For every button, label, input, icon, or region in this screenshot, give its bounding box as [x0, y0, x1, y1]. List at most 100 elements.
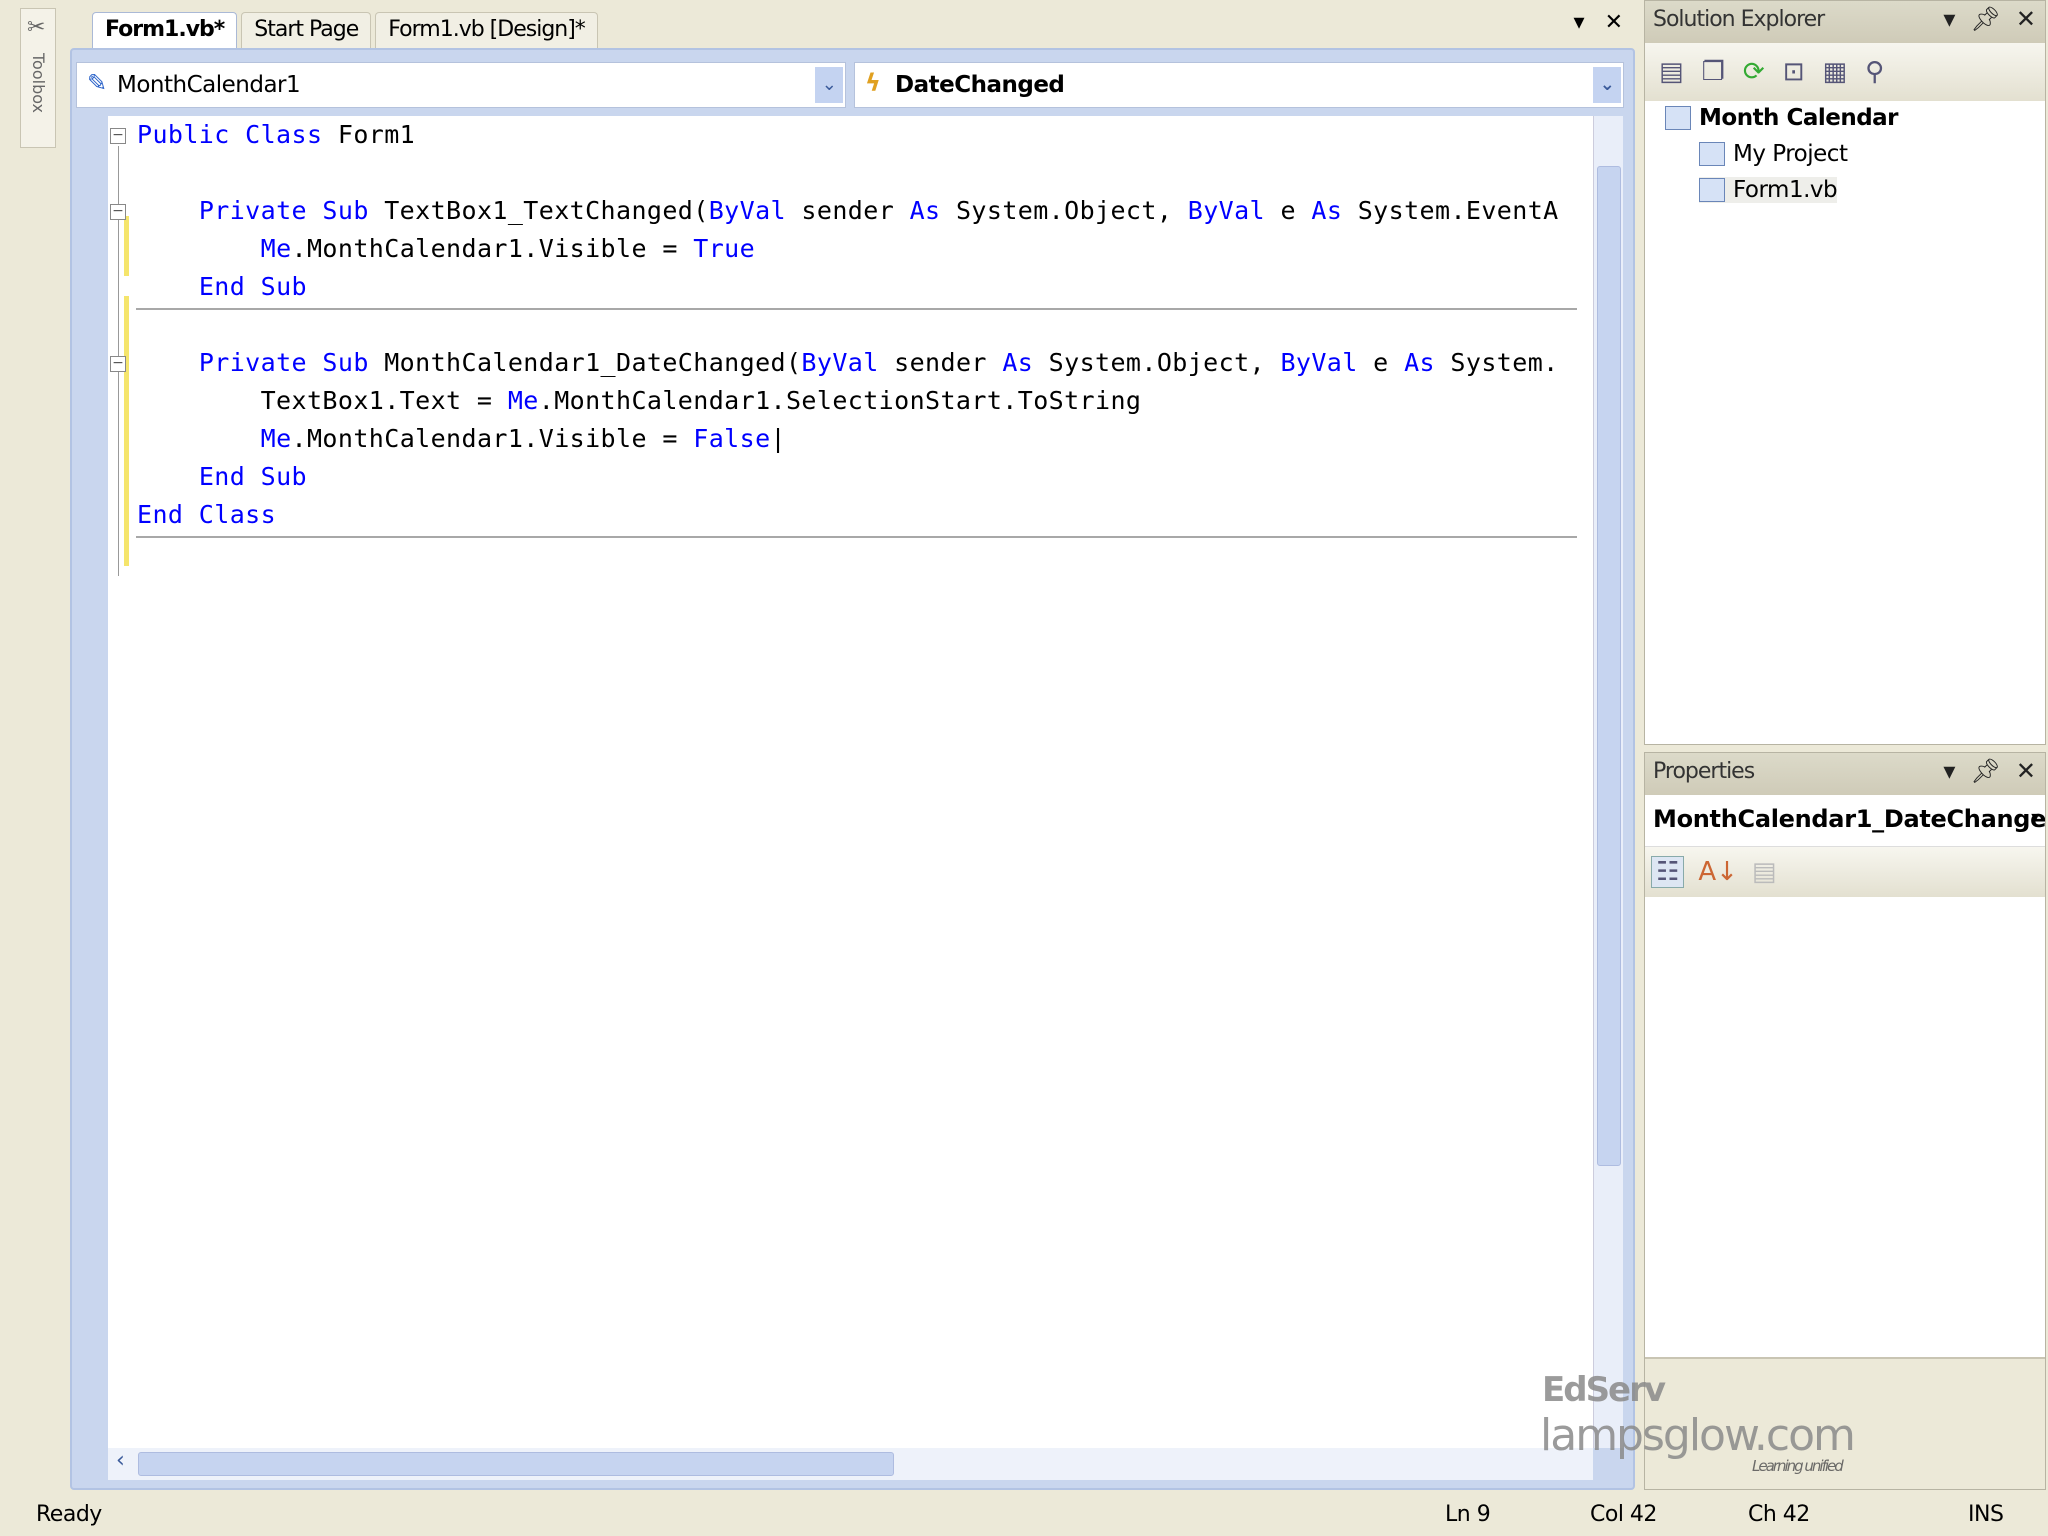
- tree-solution-month-calendar[interactable]: Month Calendar: [1665, 105, 1899, 131]
- view-designer-icon[interactable]: ▦: [1822, 57, 1847, 87]
- code-keyword: As: [1404, 348, 1435, 377]
- categorized-icon[interactable]: ☷: [1651, 856, 1685, 888]
- code-keyword: ByVal: [1187, 196, 1266, 225]
- code-line[interactable]: Private Sub MonthCalendar1_DateChanged(B…: [137, 344, 1559, 382]
- tree-label: My Project: [1733, 141, 1848, 167]
- chevron-down-icon[interactable]: ▾: [2031, 807, 2039, 826]
- code-editor: ✎ MonthCalendar1 ⌄ ϟ DateChanged ⌄ − − −…: [70, 48, 1635, 1490]
- code-text: System.Object,: [1033, 348, 1281, 377]
- dropdown-icon[interactable]: ▾: [1943, 5, 1955, 33]
- text-caret: |: [770, 424, 786, 453]
- solution-explorer-header: Solution Explorer ▾ 📌︎ ✕: [1645, 1, 2045, 43]
- code-text: Form1: [322, 120, 416, 149]
- component-icon: ✎: [87, 69, 107, 97]
- vb-project-icon: [1665, 106, 1691, 130]
- code-line[interactable]: Me.MonthCalendar1.Visible = True: [137, 230, 755, 268]
- pin-icon[interactable]: 📌︎: [1970, 757, 2000, 785]
- event-dropdown-value: DateChanged: [895, 72, 1065, 98]
- scroll-thumb[interactable]: [138, 1452, 894, 1476]
- code-keyword: ByVal: [1280, 348, 1358, 377]
- code-keyword: As: [909, 196, 941, 225]
- code-text: e: [1265, 196, 1312, 225]
- property-pages-icon[interactable]: ▤: [1752, 857, 1777, 887]
- tab-list-dropdown-icon[interactable]: ▾: [1574, 10, 1585, 35]
- panel-title: Solution Explorer: [1653, 7, 1825, 32]
- code-text: sender: [878, 348, 1003, 377]
- status-ready: Ready: [36, 1502, 102, 1527]
- toolbox-strip[interactable]: ✂ Toolbox: [20, 8, 56, 148]
- code-text: .MonthCalendar1.Visible =: [291, 234, 694, 263]
- object-dropdown[interactable]: ✎ MonthCalendar1 ⌄: [76, 62, 846, 108]
- watermark-logo: EdServ lampsglow.com Learning unified: [1540, 1370, 1856, 1475]
- code-keyword: Me: [507, 386, 539, 415]
- scroll-left-icon[interactable]: ‹: [116, 1448, 125, 1473]
- chevron-down-icon[interactable]: ⌄: [1593, 67, 1621, 103]
- status-line: Ln 9: [1445, 1502, 1491, 1527]
- document-tabs: Form1.vb* Start Page Form1.vb [Design]*: [92, 6, 602, 48]
- collapse-class-icon[interactable]: −: [110, 128, 126, 144]
- collapse-sub-icon[interactable]: −: [110, 204, 126, 220]
- change-marker: [124, 296, 129, 566]
- tree-label: Form1.vb: [1733, 177, 1838, 203]
- show-all-files-icon[interactable]: ❐: [1702, 57, 1725, 87]
- class-diagram-icon[interactable]: ⚲: [1865, 57, 1884, 87]
- close-tab-icon[interactable]: ✕: [1605, 10, 1623, 35]
- code-line[interactable]: End Sub: [137, 268, 307, 306]
- code-text: System.EventA: [1342, 196, 1559, 225]
- status-insert-mode: INS: [1968, 1502, 2004, 1527]
- code-text: MonthCalendar1_DateChanged(: [368, 348, 802, 377]
- close-icon[interactable]: ✕: [2016, 757, 2036, 785]
- horizontal-scrollbar[interactable]: ‹: [108, 1448, 1593, 1480]
- properties-icon[interactable]: ▤: [1659, 57, 1684, 87]
- code-text: TextBox1.Text =: [137, 386, 508, 415]
- code-keyword: ByVal: [708, 196, 786, 225]
- dropdown-icon[interactable]: ▾: [1943, 757, 1955, 785]
- code-keyword: Private Sub: [198, 348, 369, 377]
- chevron-down-icon[interactable]: ⌄: [815, 67, 843, 103]
- panel-title: Properties: [1653, 759, 1755, 784]
- tab-start-page[interactable]: Start Page: [241, 12, 372, 48]
- code-keyword: False: [693, 424, 771, 453]
- collapse-sub-icon[interactable]: −: [110, 356, 126, 372]
- status-bar: Ready Ln 9 Col 42 Ch 42 INS: [0, 1490, 2048, 1536]
- code-line[interactable]: End Sub: [137, 458, 307, 496]
- view-code-icon[interactable]: ⊡: [1783, 57, 1805, 87]
- pin-icon[interactable]: 📌︎: [1970, 5, 2000, 33]
- code-text: System.: [1434, 348, 1559, 377]
- event-dropdown[interactable]: ϟ DateChanged ⌄: [854, 62, 1624, 108]
- vertical-scrollbar[interactable]: [1593, 116, 1623, 1448]
- close-icon[interactable]: ✕: [2016, 5, 2036, 33]
- tab-form1-vb[interactable]: Form1.vb*: [92, 12, 238, 48]
- code-area[interactable]: − − − Public Class Form1 Private Sub Tex…: [108, 116, 1593, 1448]
- code-line[interactable]: Me.MonthCalendar1.Visible = False|: [137, 420, 786, 458]
- tree-item-my-project[interactable]: My Project: [1699, 141, 1848, 167]
- code-keyword: End Class: [137, 500, 277, 529]
- code-text: TextBox1_TextChanged(: [368, 196, 709, 225]
- code-text: .MonthCalendar1.Visible =: [291, 424, 694, 453]
- code-line[interactable]: Public Class Form1: [137, 116, 415, 154]
- code-keyword: As: [1311, 196, 1343, 225]
- tree-item-form1-vb[interactable]: Form1.vb: [1699, 177, 1838, 203]
- code-text: sender: [785, 196, 910, 225]
- code-line[interactable]: TextBox1.Text = Me.MonthCalendar1.Select…: [137, 382, 1141, 420]
- code-line[interactable]: Private Sub TextBox1_TextChanged(ByVal s…: [137, 192, 1559, 230]
- code-keyword: ByVal: [801, 348, 879, 377]
- tab-form1-design[interactable]: Form1.vb [Design]*: [375, 12, 598, 48]
- refresh-icon[interactable]: ⟳: [1743, 57, 1765, 87]
- code-keyword: End Sub: [198, 272, 307, 301]
- tree-label: Month Calendar: [1699, 105, 1899, 131]
- code-keyword: Me: [260, 234, 292, 263]
- code-keyword: As: [1002, 348, 1034, 377]
- object-dropdown-value: MonthCalendar1: [117, 72, 301, 98]
- properties-header: Properties ▾ 📌︎ ✕: [1645, 753, 2045, 795]
- alphabetical-icon[interactable]: A↓: [1698, 857, 1738, 887]
- code-keyword: Public Class: [137, 120, 323, 149]
- status-column: Col 42: [1590, 1502, 1657, 1527]
- status-char: Ch 42: [1748, 1502, 1810, 1527]
- code-line[interactable]: End Class: [137, 496, 276, 534]
- properties-object-selector[interactable]: MonthCalendar1_DateChanged ▾: [1645, 795, 2045, 847]
- scroll-thumb[interactable]: [1597, 166, 1621, 1166]
